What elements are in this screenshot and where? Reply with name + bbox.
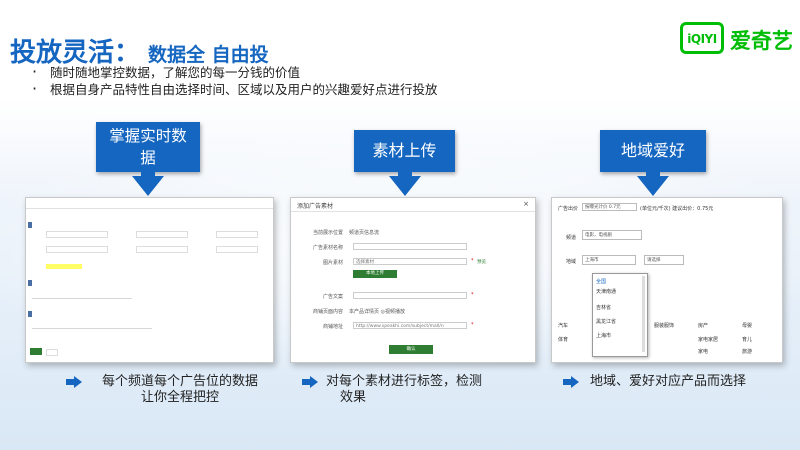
required-icon: *: [471, 322, 474, 328]
date-range: [46, 264, 82, 269]
checkbox-item: 母婴: [742, 323, 753, 329]
dashboard-header: [26, 198, 273, 209]
ad-copy-input: [353, 292, 467, 299]
filter-field: [136, 246, 188, 253]
label-line: 地域爱好: [620, 141, 685, 160]
option-row: [32, 328, 152, 329]
down-arrow-icon: [389, 176, 421, 196]
caption-line: 效果: [340, 390, 367, 405]
dropdown-item: 全国: [596, 279, 607, 285]
filter-field: [136, 231, 188, 238]
confirm-button: 确认: [389, 345, 433, 354]
checkbox-item: 汽车: [558, 323, 569, 329]
field-label: 广告素材名称: [312, 245, 343, 251]
right-arrow-icon: [66, 376, 82, 388]
label-line: 素材上传: [372, 141, 437, 160]
checkbox-item: 房产: [698, 323, 709, 329]
label-line: 据: [140, 149, 156, 167]
region-select: 上海市: [582, 255, 636, 265]
channel-select: 电影，电视剧: [582, 230, 642, 240]
checkbox-item: 服装服饰: [654, 323, 675, 329]
dialog-title: 添加广告素材: [297, 203, 334, 210]
caption-line: 每个频道每个广告位的数据: [101, 374, 258, 389]
preview-link: 预览: [477, 260, 486, 265]
dropdown-item: 黑龙江省: [596, 319, 617, 325]
slide: 投放灵活：数据全 自由投 随时随地掌控数据，了解您的每一分钱的价值 根据自身产品…: [0, 0, 800, 450]
dropdown-item: 吉林省: [596, 305, 612, 311]
upload-button: 本地上传: [353, 270, 397, 278]
dropdown-item: 天津南通: [596, 289, 617, 295]
filter-field: [216, 246, 258, 253]
budget-label: 广告出价: [558, 206, 579, 212]
caption-line: 对每个素材进行标签，检测: [326, 374, 483, 389]
down-arrow-icon: [132, 176, 164, 196]
label-line: 掌握实时数: [109, 127, 187, 145]
right-arrow-icon: [302, 376, 318, 388]
caption-region-interest: 地域、爱好对应产品而选择: [590, 374, 780, 390]
export-button: [46, 349, 58, 356]
city-select: 请选择: [644, 255, 684, 265]
channel-label: 频道: [566, 235, 577, 241]
region-label: 地域: [566, 259, 577, 265]
checkbox-item: 育儿: [742, 337, 753, 343]
region-dropdown: 全国 天津南通 吉林省 黑龙江省 上海市: [592, 273, 648, 357]
budget-input: 按曝光计价 0.7元: [582, 203, 637, 211]
logo-mark: iQIYI: [680, 22, 724, 54]
checkbox-item: 旅游: [742, 349, 753, 355]
checkbox-item: 家电: [698, 349, 709, 355]
title-sub: 数据全 自由投: [148, 44, 269, 66]
store-url-input: http://www.speakhi.com/subject/mall/n: [353, 322, 467, 329]
close-icon: ×: [523, 200, 529, 208]
budget-note: (单位元/千次) 建议出价：0.75元: [640, 206, 714, 212]
down-arrow-icon: [637, 176, 669, 196]
field-label: 当前展示位置: [312, 230, 343, 236]
section-bar: [28, 311, 32, 317]
caption-realtime-data: 每个频道每个广告位的数据 让你全程把控: [90, 374, 270, 406]
bullet-item: 根据自身产品特性自由选择时间、区域以及用户的兴趣爱好点进行投放: [32, 80, 438, 98]
field-label: 商铺页面内容: [312, 309, 343, 315]
dialog-header: 添加广告素材 ×: [291, 198, 535, 212]
section-bar: [28, 280, 32, 286]
filter-field: [216, 231, 258, 238]
material-name-input: [353, 243, 467, 250]
required-icon: *: [471, 292, 474, 298]
right-arrow-icon: [563, 376, 579, 388]
checkbox-item: 家电家居: [698, 337, 719, 343]
query-button: [30, 348, 42, 355]
field-value: 本产品详情页 ◎视频播放: [349, 309, 405, 315]
checkbox-item: 体育: [558, 337, 569, 343]
column-label-upload: 素材上传: [354, 130, 455, 172]
caption-line: 地域、爱好对应产品而选择: [590, 374, 747, 389]
bullet-item: 随时随地掌控数据，了解您的每一分钱的价值: [32, 63, 438, 81]
column-label-realtime-data: 掌握实时数 据: [96, 122, 200, 172]
region-targeting-screenshot: 广告出价 按曝光计价 0.7元 (单位元/千次) 建议出价：0.75元 频道 电…: [551, 197, 783, 363]
dropdown-scrollbar: [642, 276, 645, 352]
logo-text: 爱奇艺: [730, 29, 793, 53]
caption-upload: 对每个素材进行标签，检测 效果: [326, 374, 506, 406]
section-bar: [28, 222, 32, 228]
required-icon: *: [471, 258, 474, 264]
data-dashboard-screenshot: [25, 197, 274, 363]
upload-dialog-screenshot: 添加广告素材 × 当前展示位置 频道页信息流 广告素材名称 图片素材 选择素材 …: [290, 197, 536, 363]
field-label: 广告文案: [322, 294, 343, 300]
dropdown-item: 上海市: [596, 333, 612, 339]
filter-field: [46, 246, 108, 253]
bullet-list: 随时随地掌控数据，了解您的每一分钱的价值 根据自身产品特性自由选择时间、区域以及…: [32, 63, 438, 98]
option-row: [32, 298, 132, 299]
field-label: 图片素材: [322, 260, 343, 266]
caption-line: 让你全程把控: [140, 390, 219, 405]
field-value: 频道页信息流: [349, 230, 380, 236]
field-label: 商铺地址: [322, 324, 343, 330]
iqiyi-logo: iQIYI 爱奇艺: [668, 8, 794, 68]
filter-field: [46, 231, 108, 238]
material-select: 选择素材: [353, 258, 467, 265]
column-label-region-interest: 地域爱好: [600, 130, 706, 172]
